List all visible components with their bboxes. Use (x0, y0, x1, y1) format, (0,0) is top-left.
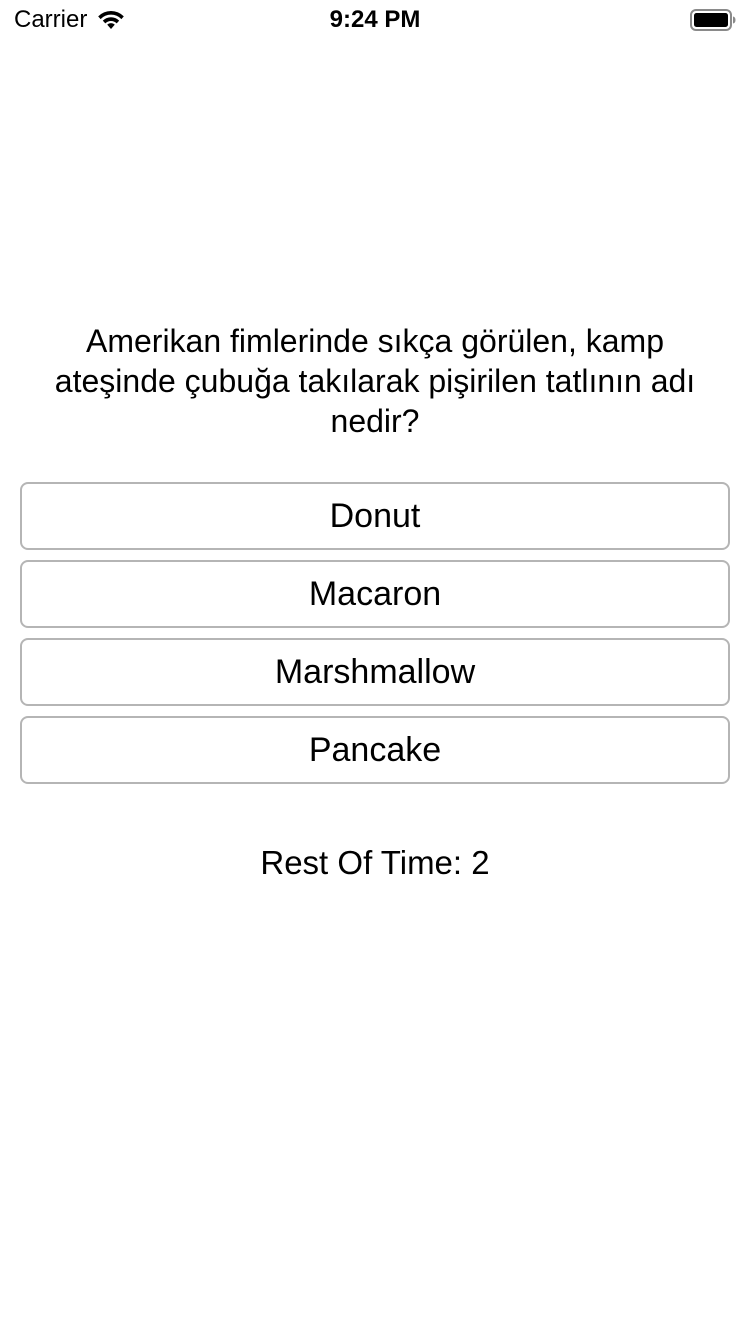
status-time: 9:24 PM (329, 6, 421, 33)
answer-list: Donut Macaron Marshmallow Pancake (20, 482, 730, 794)
battery-full-icon (690, 9, 736, 31)
timer-value: 2 (471, 844, 490, 881)
answer-button-pancake[interactable]: Pancake (20, 716, 730, 784)
timer-display: Rest Of Time: 2 (0, 843, 750, 883)
timer-label: Rest Of Time: (260, 844, 463, 881)
status-bar: Carrier 9:24 PM (0, 0, 750, 40)
question-text: Amerikan fimlerinde sıkça görülen, kamp … (54, 323, 696, 439)
answer-button-donut[interactable]: Donut (20, 482, 730, 550)
answer-button-macaron[interactable]: Macaron (20, 560, 730, 628)
answer-button-marshmallow[interactable]: Marshmallow (20, 638, 730, 706)
